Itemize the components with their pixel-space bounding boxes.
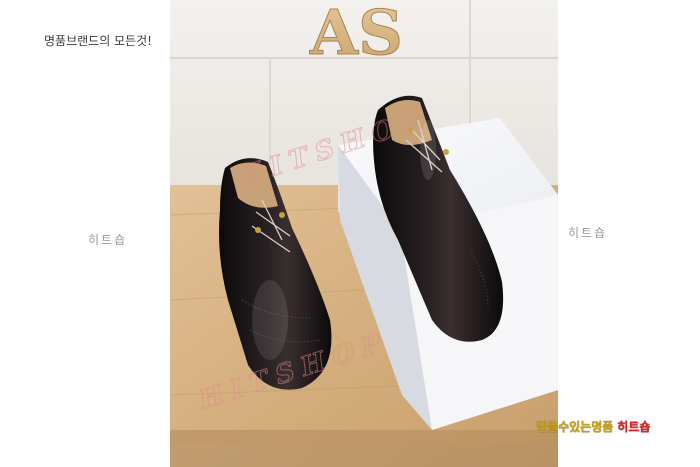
product-photo: AS HITSHOP HITSHOP xyxy=(170,0,558,467)
wooden-sign: AS xyxy=(309,0,403,69)
footer-slogan: 믿을수있는명품 히트숍 xyxy=(536,418,650,435)
footer-slogan-text: 믿을수있는명품 xyxy=(536,420,614,434)
footer-brand: 히트숍 xyxy=(617,420,651,434)
brand-tagline: 명품브랜드의 모든것! xyxy=(44,34,152,48)
right-watermark: 히트숍 xyxy=(568,226,608,240)
left-watermark: 히트숍 xyxy=(88,233,128,247)
